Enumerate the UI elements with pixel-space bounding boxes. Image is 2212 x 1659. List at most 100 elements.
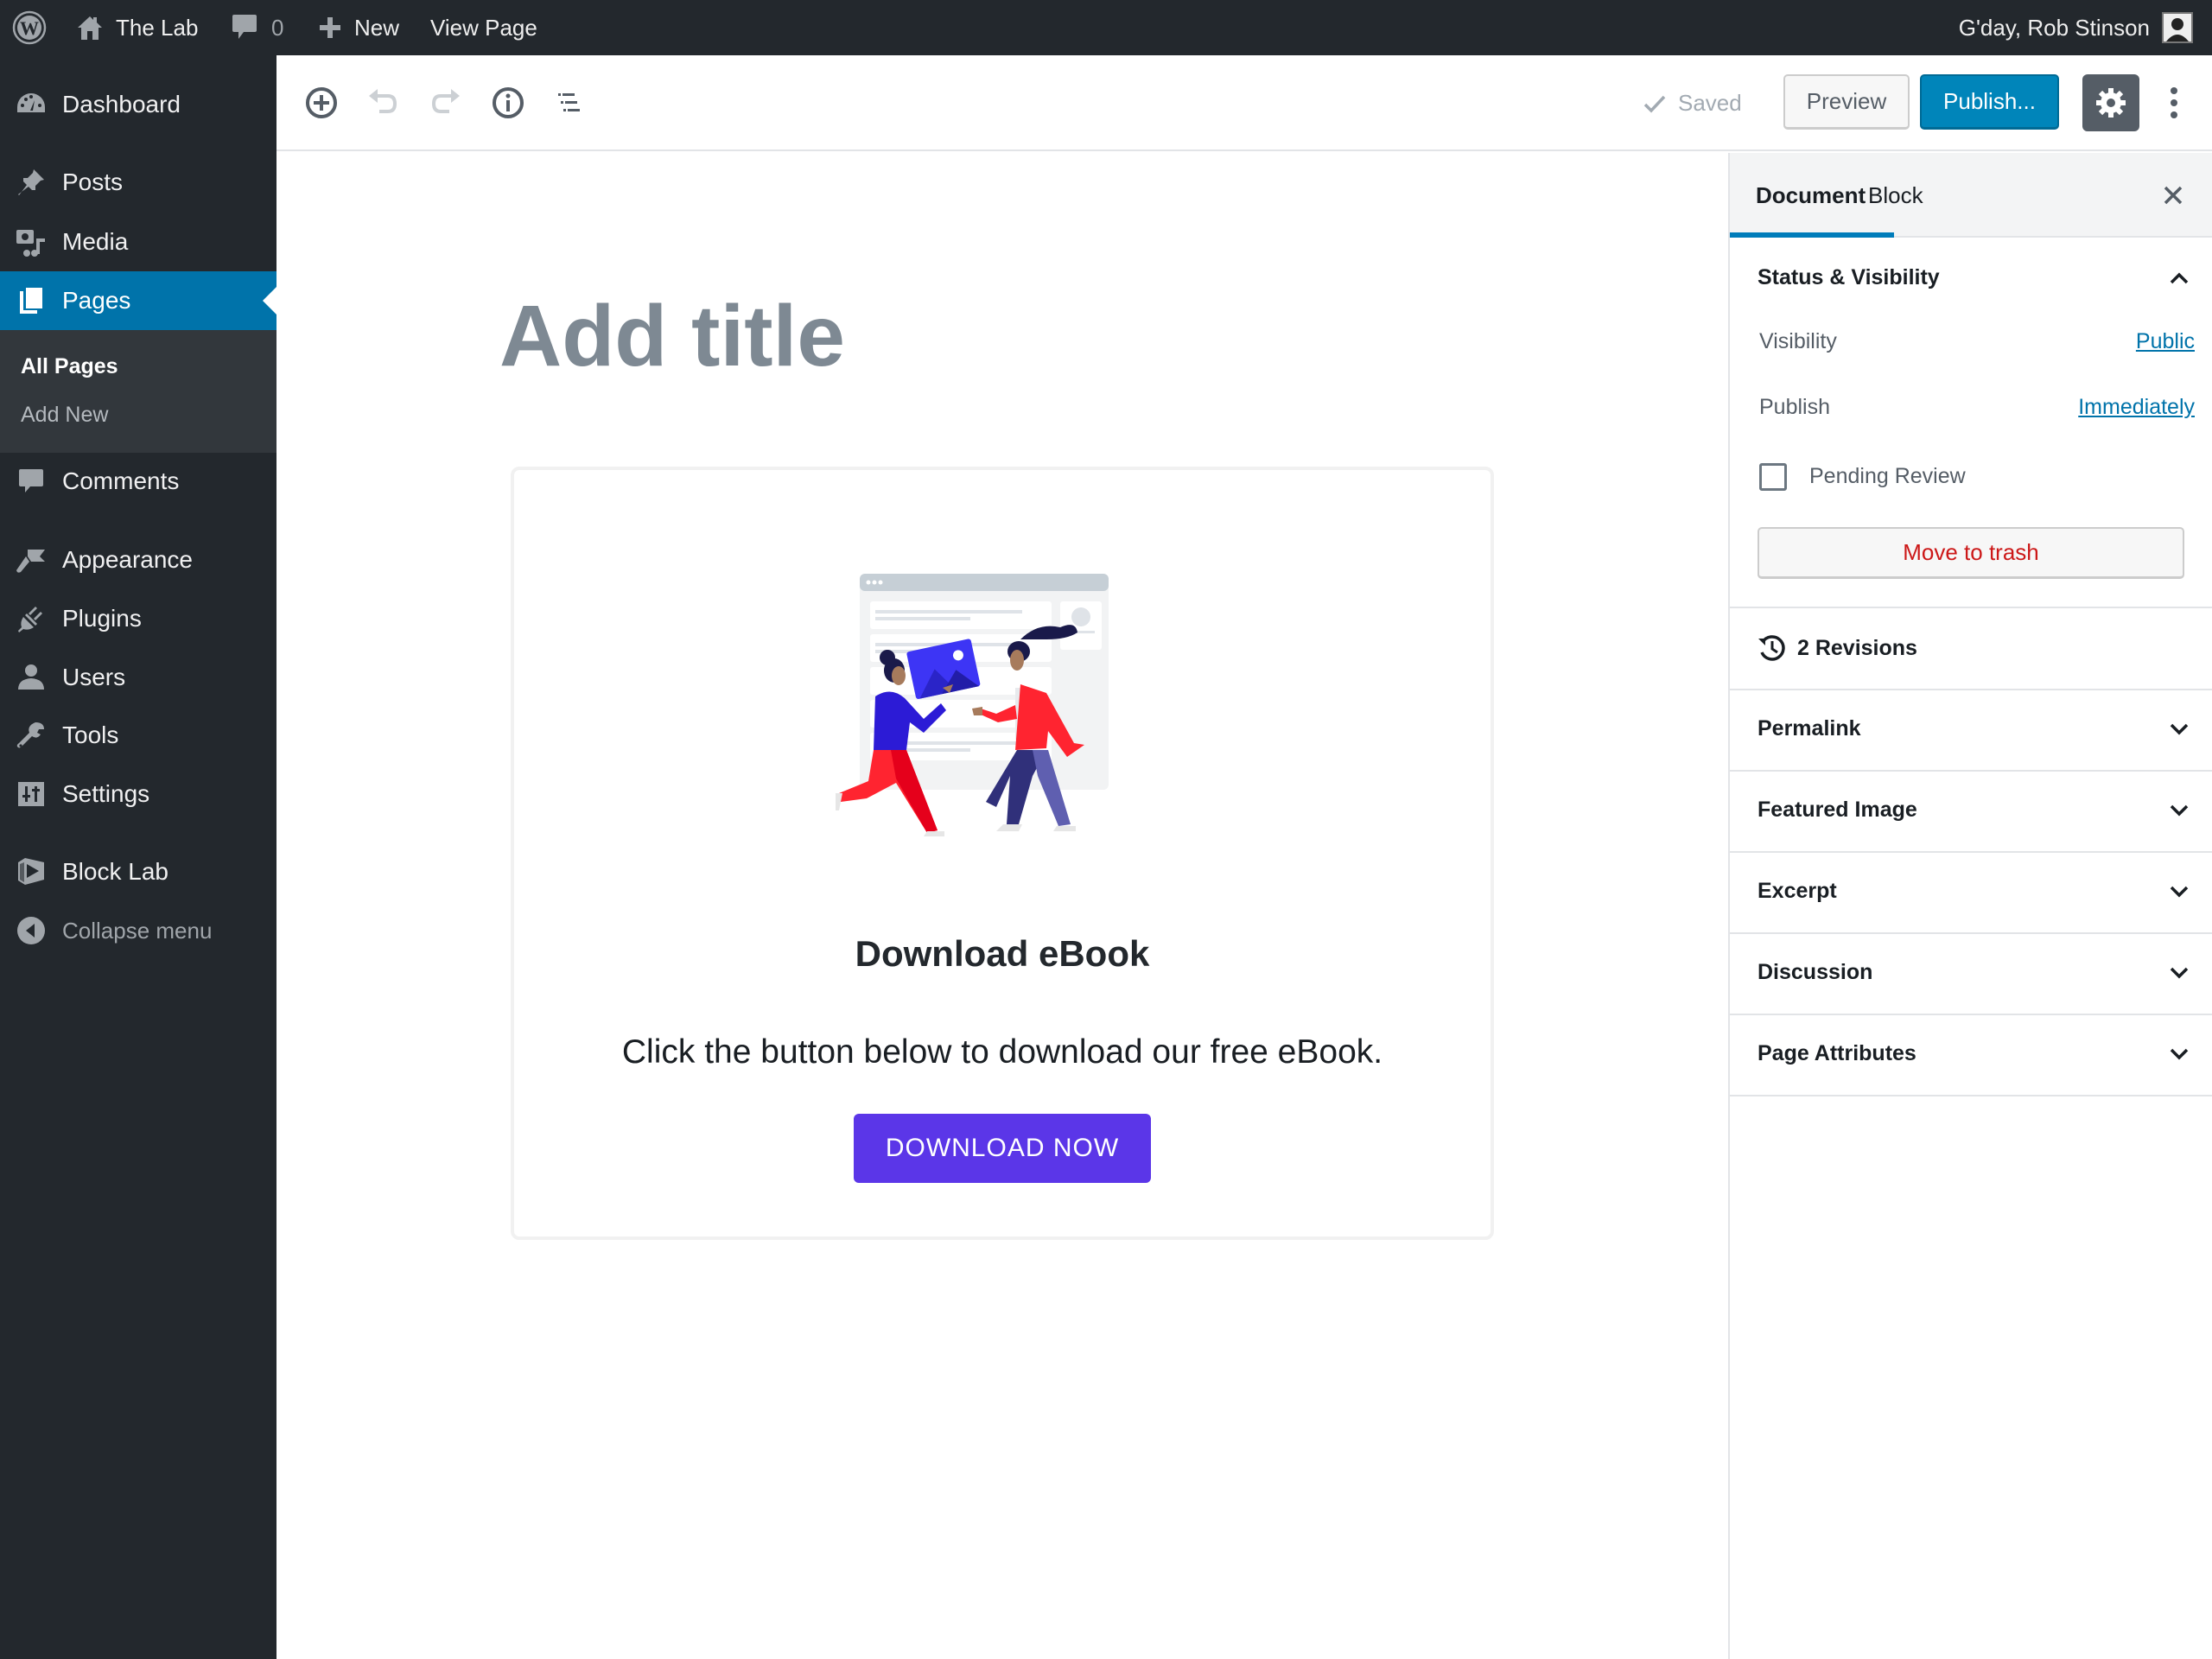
excerpt-panel-toggle[interactable]: Excerpt xyxy=(1758,879,1837,904)
permalink-panel-toggle[interactable]: Permalink xyxy=(1758,716,1861,741)
menu-item-block-lab[interactable]: Block Lab xyxy=(0,842,276,901)
site-name: The Lab xyxy=(116,14,199,41)
download-now-button[interactable]: DOWNLOAD NOW xyxy=(854,1114,1151,1183)
submenu-add-new[interactable]: Add New xyxy=(21,403,108,428)
pending-review-label[interactable]: Pending Review xyxy=(1809,464,1966,489)
menu-label: Dashboard xyxy=(62,91,181,118)
pages-icon xyxy=(16,285,47,316)
chevron-up-icon[interactable] xyxy=(2162,261,2196,296)
revisions-link[interactable]: 2 Revisions xyxy=(1758,633,1917,663)
undo-button[interactable] xyxy=(359,79,407,127)
panel-divider xyxy=(1730,689,2212,690)
wrench-icon xyxy=(16,720,47,751)
collapse-arrow-icon xyxy=(16,915,47,946)
featured-image-panel-toggle[interactable]: Featured Image xyxy=(1758,798,1917,823)
move-to-trash-button[interactable]: Move to trash xyxy=(1758,527,2184,579)
svg-text:W: W xyxy=(20,17,39,39)
more-vertical-icon xyxy=(2171,87,2177,118)
post-title-input[interactable]: Add title xyxy=(499,287,845,386)
menu-item-posts[interactable]: Posts xyxy=(0,153,276,212)
menu-item-comments[interactable]: Comments xyxy=(0,452,276,511)
menu-item-settings[interactable]: Settings xyxy=(0,765,276,823)
close-icon xyxy=(2164,186,2183,205)
content-info-button[interactable] xyxy=(484,79,532,127)
dashboard-gauge-icon xyxy=(16,89,47,120)
menu-item-pages[interactable]: Pages xyxy=(0,271,276,330)
submenu-all-pages[interactable]: All Pages xyxy=(21,354,118,379)
ebook-heading: Download eBook xyxy=(855,933,1150,974)
page-attributes-panel-toggle[interactable]: Page Attributes xyxy=(1758,1041,1916,1066)
collapse-menu-label: Collapse menu xyxy=(62,917,213,944)
panel-divider xyxy=(1730,851,2212,853)
pushpin-icon xyxy=(16,167,47,198)
chevron-down-icon[interactable] xyxy=(2162,712,2196,747)
gear-icon xyxy=(2096,88,2126,118)
menu-item-tools[interactable]: Tools xyxy=(0,706,276,765)
panel-divider xyxy=(1730,770,2212,772)
sliders-icon xyxy=(16,779,47,810)
ebook-illustration xyxy=(836,574,1109,836)
history-icon xyxy=(1758,635,1785,661)
chevron-down-icon[interactable] xyxy=(2162,874,2196,909)
status-visibility-toggle[interactable]: Status & Visibility xyxy=(1758,265,1940,290)
menu-item-users[interactable]: Users xyxy=(0,648,276,707)
menu-label: Comments xyxy=(62,467,180,494)
info-icon xyxy=(493,86,524,118)
tab-block[interactable]: Block xyxy=(1868,153,1923,238)
settings-toggle-button[interactable] xyxy=(2082,74,2139,131)
plus-icon xyxy=(320,17,340,38)
publish-date-link[interactable]: Immediately xyxy=(2078,395,2195,420)
site-name-link[interactable]: The Lab xyxy=(76,0,198,55)
more-menu-button[interactable] xyxy=(2157,74,2191,131)
chevron-down-icon[interactable] xyxy=(2162,956,2196,990)
publish-button[interactable]: Publish... xyxy=(1920,74,2059,130)
redo-button[interactable] xyxy=(422,79,470,127)
discussion-panel-toggle[interactable]: Discussion xyxy=(1758,960,1872,985)
list-outline-icon xyxy=(558,92,580,111)
menu-label: Block Lab xyxy=(62,858,168,885)
admin-menu: Dashboard Posts Media Pages All Pages Ad… xyxy=(0,55,276,1659)
active-tab-indicator xyxy=(1730,232,1894,238)
block-navigation-button[interactable] xyxy=(546,79,594,127)
my-account-link[interactable]: G'day, Rob Stinson xyxy=(1959,0,2193,55)
checkmark-icon xyxy=(1643,95,1666,113)
comment-bubble-icon xyxy=(16,466,47,497)
plug-icon xyxy=(16,603,47,634)
wordpress-logo-icon: W xyxy=(12,10,47,45)
menu-label: Settings xyxy=(62,780,150,807)
wordpress-logo-button[interactable]: W xyxy=(12,0,47,55)
menu-label: Users xyxy=(62,664,126,690)
menu-item-media[interactable]: Media xyxy=(0,213,276,271)
visibility-label: Visibility xyxy=(1759,329,1837,353)
undo-icon xyxy=(369,88,397,113)
sidebar-tabs: Document Block xyxy=(1730,153,2212,238)
saved-label: Saved xyxy=(1678,90,1742,116)
pages-submenu: All Pages Add New xyxy=(0,330,276,453)
chevron-down-icon[interactable] xyxy=(2162,1037,2196,1071)
panel-divider xyxy=(1730,607,2212,608)
new-content-link[interactable]: New xyxy=(318,0,399,55)
comments-link[interactable]: 0 xyxy=(232,0,283,55)
visibility-value-link[interactable]: Public xyxy=(2136,329,2195,354)
settings-sidebar: Document Block Status & Visibility Visib… xyxy=(1728,153,2212,1659)
menu-item-appearance[interactable]: Appearance xyxy=(0,531,276,589)
redo-icon xyxy=(431,88,460,113)
chevron-down-icon[interactable] xyxy=(2162,793,2196,828)
menu-label: Tools xyxy=(62,721,119,748)
menu-label: Media xyxy=(62,228,129,255)
tab-document[interactable]: Document xyxy=(1756,153,1866,238)
add-block-button[interactable] xyxy=(297,79,346,127)
menu-item-dashboard[interactable]: Dashboard xyxy=(0,75,276,134)
greeting: G'day, Rob Stinson xyxy=(1958,14,2150,41)
ebook-block[interactable]: Download eBook Click the button below to… xyxy=(511,467,1494,1240)
user-icon xyxy=(16,662,47,693)
view-page-link[interactable]: View Page xyxy=(430,0,537,55)
editor-canvas: Add title Download eBook Click the butto… xyxy=(276,153,1728,1659)
menu-item-plugins[interactable]: Plugins xyxy=(0,589,276,648)
collapse-menu-button[interactable]: Collapse menu xyxy=(0,901,276,960)
pending-review-checkbox[interactable] xyxy=(1759,463,1787,491)
view-page-label: View Page xyxy=(430,14,537,41)
preview-button[interactable]: Preview xyxy=(1783,74,1910,130)
close-sidebar-button[interactable] xyxy=(2152,174,2195,217)
saved-state: Saved xyxy=(1642,55,1742,151)
